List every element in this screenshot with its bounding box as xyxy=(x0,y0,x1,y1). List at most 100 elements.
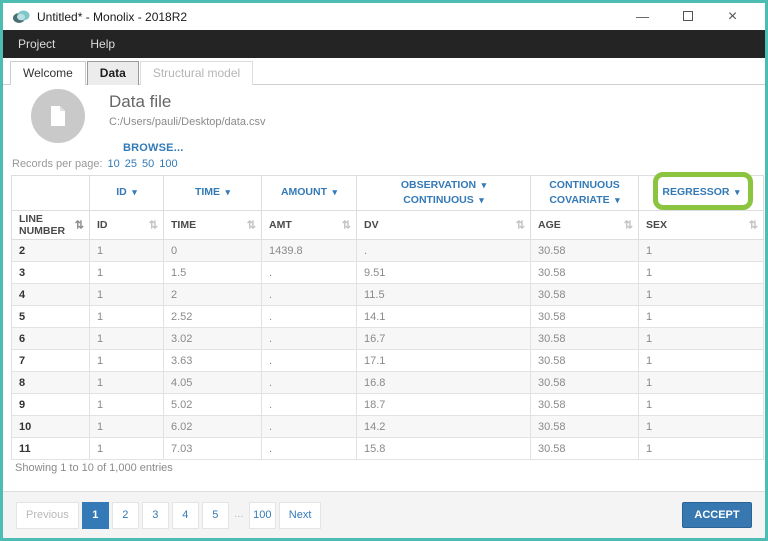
time-type-label: TIME ▾ xyxy=(164,185,261,200)
table-row: 2101439.8.30.581 xyxy=(12,240,764,262)
cell-amt: . xyxy=(262,438,357,460)
sort-icon[interactable]: ⇅ xyxy=(247,219,256,232)
line-number-type xyxy=(12,176,90,211)
cell-age: 30.58 xyxy=(531,262,639,284)
table-row: 1117.03.15.830.581 xyxy=(12,438,764,460)
sort-icon[interactable]: ⇅ xyxy=(624,219,633,232)
records-option-50[interactable]: 50 xyxy=(142,158,154,170)
pagination-2[interactable]: 2 xyxy=(112,502,139,529)
cell-amt: . xyxy=(262,372,357,394)
regressor-type-label: REGRESSOR ▾ xyxy=(639,185,763,200)
sort-icon[interactable]: ⇅ xyxy=(75,219,84,232)
pagination-4[interactable]: 4 xyxy=(172,502,199,529)
column-header-id[interactable]: ID⇅ xyxy=(90,211,164,240)
table-row: 512.52.14.130.581 xyxy=(12,306,764,328)
cell-amt: . xyxy=(262,284,357,306)
cell-line-number: 5 xyxy=(12,306,90,328)
tab-structural-model[interactable]: Structural model xyxy=(140,61,253,85)
sort-icon[interactable]: ⇅ xyxy=(749,219,758,232)
browse-button[interactable]: BROWSE... xyxy=(123,142,183,154)
column-header-age[interactable]: AGE⇅ xyxy=(531,211,639,240)
cell-dv: 14.2 xyxy=(357,416,531,438)
cell-line-number: 8 xyxy=(12,372,90,394)
cell-age: 30.58 xyxy=(531,240,639,262)
amount-type[interactable]: AMOUNT ▾ xyxy=(262,176,357,211)
cell-amt: . xyxy=(262,328,357,350)
document-icon xyxy=(50,106,66,126)
sort-icon[interactable]: ⇅ xyxy=(516,219,525,232)
column-header-line-number[interactable]: LINE NUMBER⇅ xyxy=(12,211,90,240)
table-row: 311.5.9.5130.581 xyxy=(12,262,764,284)
data-file-meta: Data file C:/Users/pauli/Desktop/data.cs… xyxy=(109,89,266,156)
caret-down-icon: ▾ xyxy=(223,187,230,197)
sort-icon[interactable]: ⇅ xyxy=(149,219,158,232)
table-row: 1016.02.14.230.581 xyxy=(12,416,764,438)
tab-welcome[interactable]: Welcome xyxy=(10,61,86,85)
caret-down-icon: ▾ xyxy=(330,187,337,197)
table-row: 915.02.18.730.581 xyxy=(12,394,764,416)
pagination-next[interactable]: Next xyxy=(279,502,322,529)
menu-bar: Project Help xyxy=(3,30,765,58)
data-table: ID ▾TIME ▾AMOUNT ▾OBSERVATION ▾CONTINUOU… xyxy=(11,175,764,460)
cell-time: 2.52 xyxy=(164,306,262,328)
cell-age: 30.58 xyxy=(531,284,639,306)
tab-bar: WelcomeDataStructural model xyxy=(3,58,765,85)
cell-age: 30.58 xyxy=(531,328,639,350)
pagination-100[interactable]: 100 xyxy=(249,502,276,529)
cell-age: 30.58 xyxy=(531,416,639,438)
pagination-1[interactable]: 1 xyxy=(82,502,109,529)
monolix-app-icon xyxy=(13,9,30,24)
cell-amt: . xyxy=(262,416,357,438)
close-icon[interactable]: × xyxy=(710,8,755,26)
column-header-sex[interactable]: SEX⇅ xyxy=(639,211,764,240)
cell-dv: 14.1 xyxy=(357,306,531,328)
id-type[interactable]: ID ▾ xyxy=(90,176,164,211)
menu-item-project[interactable]: Project xyxy=(18,37,55,51)
accept-button[interactable]: ACCEPT xyxy=(682,502,752,528)
caret-down-icon: ▾ xyxy=(613,195,620,205)
tab-data[interactable]: Data xyxy=(87,61,139,85)
sort-icon[interactable]: ⇅ xyxy=(342,219,351,232)
records-option-100[interactable]: 100 xyxy=(159,158,177,170)
cell-dv: 16.8 xyxy=(357,372,531,394)
cell-amt: . xyxy=(262,350,357,372)
cell-id: 1 xyxy=(90,394,164,416)
cell-age: 30.58 xyxy=(531,438,639,460)
cell-dv: 9.51 xyxy=(357,262,531,284)
cell-sex: 1 xyxy=(639,240,764,262)
menu-item-help[interactable]: Help xyxy=(90,37,115,51)
caret-down-icon: ▾ xyxy=(130,187,137,197)
observation-type-label: OBSERVATION ▾ xyxy=(357,178,530,193)
records-option-25[interactable]: 25 xyxy=(125,158,137,170)
cell-time: 1.5 xyxy=(164,262,262,284)
data-file-section: Data file C:/Users/pauli/Desktop/data.cs… xyxy=(31,89,266,156)
table-row: 613.02.16.730.581 xyxy=(12,328,764,350)
pagination-3[interactable]: 3 xyxy=(142,502,169,529)
column-header-amt[interactable]: AMT⇅ xyxy=(262,211,357,240)
pagination-: ... xyxy=(232,502,246,529)
cell-dv: 15.8 xyxy=(357,438,531,460)
regressor-type[interactable]: REGRESSOR ▾ xyxy=(639,176,764,211)
table-body: 2101439.8.30.581311.5.9.5130.581412.11.5… xyxy=(12,240,764,460)
column-header-time[interactable]: TIME⇅ xyxy=(164,211,262,240)
cell-sex: 1 xyxy=(639,438,764,460)
cell-amt: . xyxy=(262,394,357,416)
cell-dv: . xyxy=(357,240,531,262)
covariate-type[interactable]: CONTINUOUSCOVARIATE ▾ xyxy=(531,176,639,211)
records-per-page: Records per page:102550100 xyxy=(12,158,178,170)
covariate-type-label: COVARIATE ▾ xyxy=(531,193,638,208)
minimize-icon[interactable]: — xyxy=(620,9,665,24)
title-bar: Untitled* - Monolix - 2018R2 — × xyxy=(3,3,765,30)
records-option-10[interactable]: 10 xyxy=(108,158,120,170)
time-type[interactable]: TIME ▾ xyxy=(164,176,262,211)
covariate-type-label: CONTINUOUS xyxy=(531,178,638,193)
pagination-5[interactable]: 5 xyxy=(202,502,229,529)
cell-dv: 16.7 xyxy=(357,328,531,350)
column-header-dv[interactable]: DV⇅ xyxy=(357,211,531,240)
cell-dv: 11.5 xyxy=(357,284,531,306)
maximize-icon[interactable] xyxy=(665,9,710,24)
table-row: 412.11.530.581 xyxy=(12,284,764,306)
cell-line-number: 4 xyxy=(12,284,90,306)
window-controls: — × xyxy=(620,8,755,26)
observation-type[interactable]: OBSERVATION ▾CONTINUOUS ▾ xyxy=(357,176,531,211)
